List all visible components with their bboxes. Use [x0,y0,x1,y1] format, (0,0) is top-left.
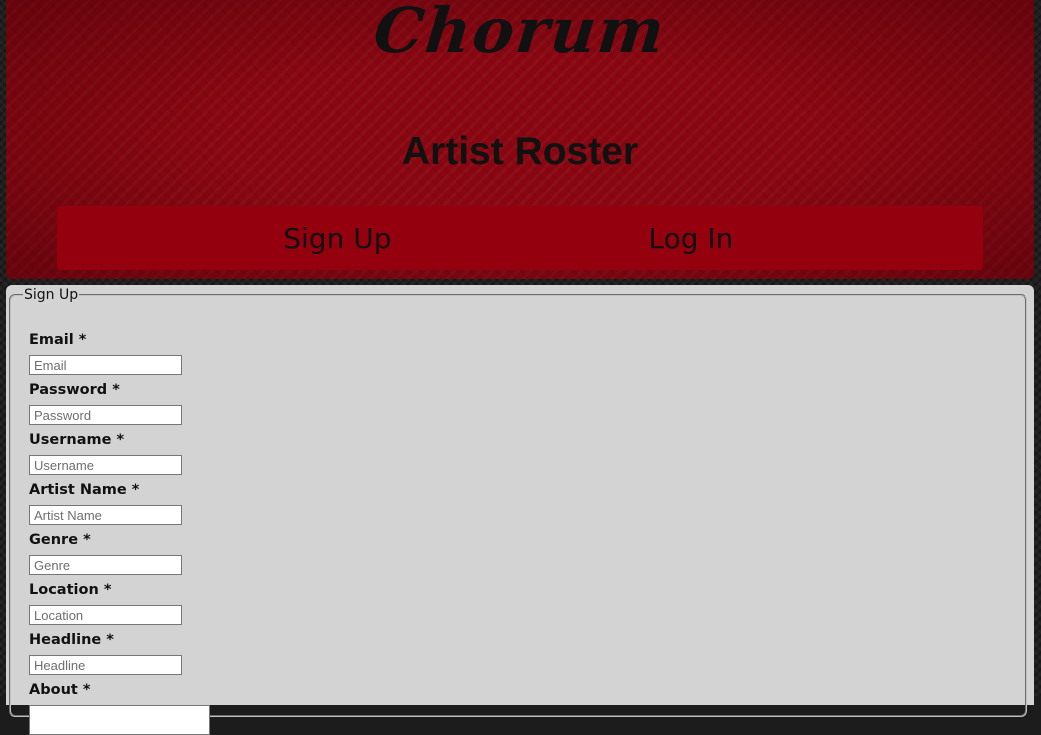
headline-field-group: Headline * [29,630,182,675]
headline-input[interactable] [29,655,182,675]
username-label: Username * [29,432,125,448]
about-textarea[interactable] [29,705,210,735]
headline-label: Headline * [29,632,114,648]
password-label: Password * [29,382,120,398]
signup-fieldset: Sign Up Email * Password * Username * Ar… [9,287,1027,735]
site-logo[interactable]: Chorum [2,0,1038,67]
main-nav: Sign Up Log In [57,206,983,270]
email-field-group: Email * [29,330,182,375]
about-label: About * [29,682,91,698]
signup-form-panel: Sign Up Email * Password * Username * Ar… [6,285,1034,735]
genre-label: Genre * [29,532,91,548]
genre-field-group: Genre * [29,530,182,575]
location-field-group: Location * [29,580,182,625]
genre-input[interactable] [29,555,182,575]
artist-name-label: Artist Name * [29,482,140,498]
signup-legend: Sign Up [24,287,79,303]
email-label: Email * [29,332,87,348]
password-field-group: Password * [29,380,182,425]
password-input[interactable] [29,405,182,425]
artist-name-input[interactable] [29,505,182,525]
location-input[interactable] [29,605,182,625]
nav-log-in-link[interactable]: Log In [515,206,984,270]
site-header: Chorum Artist Roster Sign Up Log In [6,0,1034,279]
email-input[interactable] [29,355,182,375]
username-input[interactable] [29,455,182,475]
location-label: Location * [29,582,112,598]
username-field-group: Username * [29,430,182,475]
page-title: Artist Roster [401,130,639,173]
nav-sign-up-link[interactable]: Sign Up [57,206,515,270]
about-field-group: About * [29,680,210,735]
artist-name-field-group: Artist Name * [29,480,182,525]
